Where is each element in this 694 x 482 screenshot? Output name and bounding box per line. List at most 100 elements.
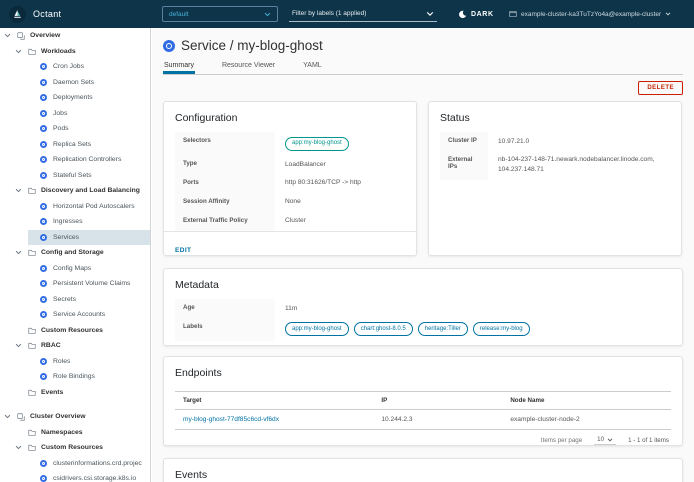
folder-icon (28, 249, 36, 256)
sidebar-item-role-bindings[interactable]: Role Bindings (0, 369, 150, 385)
sidebar-item-workloads[interactable]: Workloads (0, 44, 150, 60)
sidebar-item-persistent-volume-claims[interactable]: Persistent Volume Claims (0, 276, 150, 292)
sidebar-item-label: Pods (53, 125, 69, 132)
configuration-footer: EDIT (164, 231, 416, 259)
summary-label: Selectors (175, 132, 275, 155)
caret-down-icon[interactable] (15, 250, 28, 255)
namespace-select[interactable]: default (162, 6, 278, 22)
tab-summary[interactable]: Summary (163, 60, 195, 74)
sidebar-item-namespaces[interactable]: Namespaces (0, 425, 150, 441)
sidebar-item-service-accounts[interactable]: Service Accounts (0, 307, 150, 323)
sidebar-item-label: Custom Resources (41, 327, 103, 334)
caret-down-icon[interactable] (4, 33, 17, 38)
resource-icon (40, 218, 47, 225)
sidebar-item-deployments[interactable]: Deployments (0, 90, 150, 106)
endpoint-node-name: example-cluster-node-2 (502, 410, 671, 430)
sidebar-item-cron-jobs[interactable]: Cron Jobs (0, 59, 150, 75)
sidebar-item-label: Roles (53, 358, 70, 365)
resource-icon (40, 265, 47, 272)
tab-resource-viewer[interactable]: Resource Viewer (221, 60, 276, 74)
sidebar-item-label: Overview (30, 32, 60, 39)
caret-down-icon[interactable] (15, 445, 28, 450)
sidebar-item-jobs[interactable]: Jobs (0, 106, 150, 122)
resource-icon (40, 358, 47, 365)
sidebar-item-events[interactable]: Events (0, 385, 150, 401)
folder-icon (28, 187, 36, 194)
caret-down-icon[interactable] (15, 343, 28, 348)
sidebar-item-label: Daemon Sets (53, 79, 94, 86)
label-tag[interactable]: chart:ghost-8.0.5 (354, 322, 413, 336)
caret-down-icon[interactable] (15, 188, 28, 193)
sidebar-item-replica-sets[interactable]: Replica Sets (0, 137, 150, 153)
summary-label: External Traffic Policy (175, 212, 275, 231)
resource-icon (40, 141, 47, 148)
caret-down-icon[interactable] (4, 414, 17, 419)
sidebar-item-discovery-and-load-balancing[interactable]: Discovery and Load Balancing (0, 183, 150, 199)
sidebar-item-pods[interactable]: Pods (0, 121, 150, 137)
endpoints-header-row: TargetIPNode Name (175, 392, 671, 410)
endpoints-card: Endpoints TargetIPNode Name my-blog-ghos… (163, 356, 683, 446)
endpoints-pagination: Items per page 10 1 - 1 of 1 items (175, 429, 671, 445)
sidebar-item-daemon-sets[interactable]: Daemon Sets (0, 75, 150, 91)
caret-down-icon[interactable] (15, 49, 28, 54)
label-filter-input[interactable]: Filter by labels (1 applied) (289, 6, 437, 22)
endpoint-target-link[interactable]: my-blog-ghost-77df85c6cd-vf6dx (183, 416, 279, 423)
delete-button[interactable]: DELETE (638, 81, 683, 95)
sidebar-item-label: Events (41, 389, 63, 396)
resource-icon (40, 172, 47, 179)
sidebar-item-csidrivers-csi-storage-k8s-io[interactable]: csidrivers.csi.storage.k8s.io (0, 471, 150, 482)
sidebar-item-overview[interactable]: Overview (0, 28, 150, 44)
sidebar-item-config-and-storage[interactable]: Config and Storage (0, 245, 150, 261)
events-title: Events (175, 469, 671, 481)
sidebar-item-secrets[interactable]: Secrets (0, 292, 150, 308)
sidebar-item-roles[interactable]: Roles (0, 354, 150, 370)
resource-icon (40, 311, 47, 318)
edit-link[interactable]: EDIT (175, 247, 191, 254)
summary-label: Session Affinity (175, 193, 275, 212)
summary-value: LoadBalancer (275, 155, 405, 174)
sidebar-nav: Overview WorkloadsCron Jobs Daemon Sets Dep… (0, 28, 151, 482)
selector-tag[interactable]: app:my-blog-ghost (285, 137, 349, 151)
sidebar-item-label: RBAC (41, 342, 61, 349)
resource-icon (40, 110, 47, 117)
sidebar-item-clusterinformations-crd-projec[interactable]: clusterinformations.crd.projec (0, 456, 150, 472)
sidebar-item-ingresses[interactable]: Ingresses (0, 214, 150, 230)
configuration-card: Configuration Selectorsapp:my-blog-ghost… (163, 101, 417, 256)
octant-logo-icon[interactable] (9, 6, 26, 23)
resource-icon (40, 156, 47, 163)
summary-label: Cluster IP (440, 132, 488, 151)
status-rows: Cluster IP10.97.21.0External IPsnb-104-2… (440, 132, 670, 180)
context-selector[interactable]: example-cluster-ka3TuTzYo4a@example-clus… (509, 0, 671, 28)
sidebar-item-config-maps[interactable]: Config Maps (0, 261, 150, 277)
sidebar-item-custom-resources[interactable]: Custom Resources (0, 440, 150, 456)
folder-icon (28, 389, 36, 396)
sidebar-item-stateful-sets[interactable]: Stateful Sets (0, 168, 150, 184)
summary-value: 11m (275, 299, 671, 318)
label-filter-text: Filter by labels (1 applied) (292, 10, 366, 17)
tab-yaml[interactable]: YAML (302, 60, 323, 74)
summary-value: None (275, 193, 405, 212)
label-tag[interactable]: app:my-blog-ghost (285, 322, 349, 336)
status-card: Status Cluster IP10.97.21.0External IPsn… (428, 101, 682, 256)
sidebar-item-rbac[interactable]: RBAC (0, 338, 150, 354)
sidebar-item-custom-resources[interactable]: Custom Resources (0, 323, 150, 339)
sidebar-item-label: Cluster Overview (30, 413, 86, 420)
page-header: Service / my-blog-ghost (163, 38, 683, 53)
page-size-select[interactable]: 10 (594, 435, 616, 445)
sidebar-item-label: Service Accounts (53, 311, 105, 318)
column-header-node-name: Node Name (502, 392, 671, 410)
label-tag[interactable]: release:my-blog (473, 322, 530, 336)
theme-toggle[interactable]: DARK (458, 0, 494, 28)
main-content: Service / my-blog-ghost Summary Resource … (152, 28, 694, 482)
label-tag[interactable]: heritage:Tiller (418, 322, 468, 336)
sidebar-item-cluster-overview[interactable]: Cluster Overview (0, 409, 150, 425)
configuration-rows: Selectorsapp:my-blog-ghostTypeLoadBalanc… (175, 132, 405, 231)
summary-label: Age (175, 299, 275, 318)
folder-icon (28, 327, 36, 334)
sidebar-item-replication-controllers[interactable]: Replication Controllers (0, 152, 150, 168)
sidebar-item-horizontal-pod-autoscalers[interactable]: Horizontal Pod Autoscalers (0, 199, 150, 215)
sidebar-item-services[interactable]: Services (0, 230, 150, 246)
chevron-down-icon (607, 438, 613, 442)
folder-icon (28, 342, 36, 349)
sidebar-item-label: Stateful Sets (53, 172, 92, 179)
